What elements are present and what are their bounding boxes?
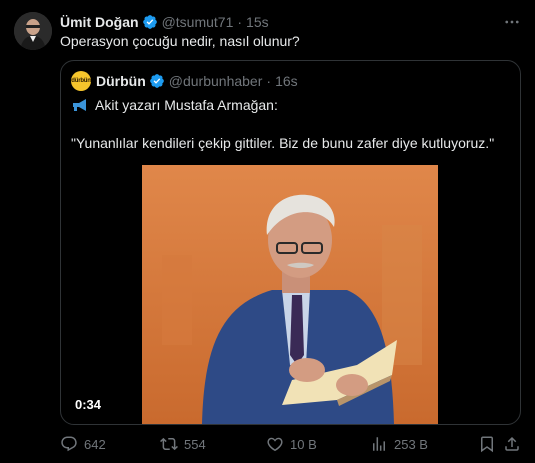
repost-button[interactable]: 554 — [160, 433, 206, 455]
action-bar: 642 554 10 B 253 B — [60, 433, 521, 455]
reply-button[interactable]: 642 — [60, 433, 106, 455]
bookmark-icon — [478, 435, 502, 453]
like-count: 10 B — [290, 436, 317, 452]
views-button[interactable]: 253 B — [370, 433, 428, 455]
author-handle[interactable]: @tsumut71 — [162, 14, 234, 30]
megaphone-icon — [71, 98, 89, 112]
verified-badge-icon — [149, 73, 165, 89]
share-button[interactable] — [503, 433, 527, 455]
quoted-text-line1: Akit yazarı Mustafa Armağan: — [71, 97, 278, 113]
tweet-time[interactable]: 15s — [246, 14, 269, 30]
quoted-text-line2: "Yunanlılar kendileri çekip gittiler. Bi… — [71, 135, 495, 151]
quoted-tweet-time[interactable]: 16s — [275, 73, 298, 89]
like-button[interactable]: 10 B — [266, 433, 317, 455]
reply-icon — [60, 435, 84, 453]
verified-badge-icon — [142, 14, 158, 30]
views-icon — [370, 435, 394, 453]
video-duration: 0:34 — [75, 397, 102, 412]
repost-icon — [160, 435, 184, 453]
share-icon — [503, 435, 527, 453]
quoted-tweet[interactable]: dürbün Dürbün @durbunhaber · 16s Akit ya… — [60, 60, 521, 425]
quoted-avatar-logo: dürbün — [71, 78, 91, 84]
separator-dot: · — [266, 73, 272, 89]
tweet-text: Operasyon çocuğu nedir, nasıl olunur? — [60, 33, 300, 49]
more-icon[interactable] — [501, 12, 523, 32]
like-icon — [266, 435, 290, 453]
quoted-author-handle[interactable]: @durbunhaber — [169, 73, 263, 89]
video-player[interactable] — [142, 165, 438, 424]
quoted-header: dürbün Dürbün @durbunhaber · 16s — [71, 71, 298, 91]
tweet-header: Ümit Doğan @tsumut71 · 15s — [60, 12, 521, 32]
author-name[interactable]: Ümit Doğan — [60, 14, 139, 30]
video-thumbnail — [142, 165, 438, 424]
quoted-text-line1-label: Akit yazarı Mustafa Armağan: — [95, 97, 278, 113]
repost-count: 554 — [184, 436, 206, 452]
author-avatar[interactable] — [14, 12, 52, 50]
views-count: 253 B — [394, 436, 428, 452]
quoted-avatar[interactable]: dürbün — [71, 71, 91, 91]
quoted-author-name[interactable]: Dürbün — [96, 73, 146, 89]
separator-dot: · — [237, 14, 243, 30]
reply-count: 642 — [84, 436, 106, 452]
bookmark-button[interactable] — [478, 433, 502, 455]
